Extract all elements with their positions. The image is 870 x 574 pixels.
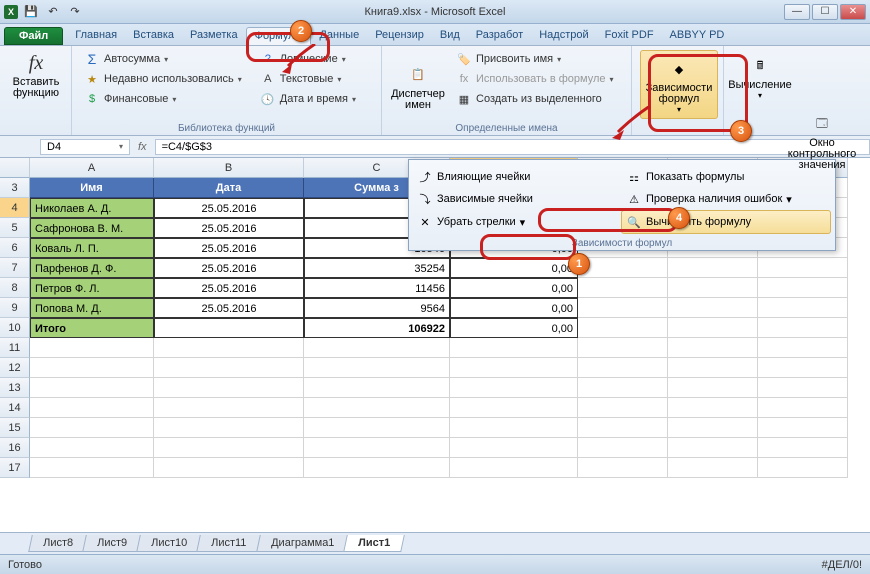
row-header[interactable]: 9: [0, 298, 30, 318]
row-header[interactable]: 16: [0, 438, 30, 458]
row-header[interactable]: 7: [0, 258, 30, 278]
create-from-sel-button[interactable]: ▦Создать из выделенного: [452, 90, 618, 108]
ribbon-tab[interactable]: Вид: [432, 27, 468, 45]
row-header[interactable]: 15: [0, 418, 30, 438]
ribbon-tab[interactable]: Foxit PDF: [597, 27, 662, 45]
evaluate-icon: 🔍: [626, 214, 642, 230]
col-header[interactable]: A: [30, 158, 154, 178]
text-button[interactable]: AТекстовые▾: [256, 70, 360, 88]
sheet-tab[interactable]: Диаграмма1: [256, 535, 349, 552]
precedents-icon: ⤴: [417, 169, 433, 185]
formula-auditing-icon: ◆: [665, 55, 693, 83]
formula-auditing-button[interactable]: ◆ Зависимости формул ▾: [640, 50, 718, 119]
row-header[interactable]: 10: [0, 318, 30, 338]
row-header[interactable]: 3: [0, 178, 30, 198]
qat-redo-icon[interactable]: ↷: [66, 3, 84, 21]
sheet-tab[interactable]: Лист9: [82, 535, 142, 552]
sheet-tab[interactable]: Лист10: [136, 535, 202, 552]
ribbon-tabs: Файл ГлавнаяВставкаРазметкаФормулыДанные…: [0, 24, 870, 46]
row-header[interactable]: 5: [0, 218, 30, 238]
status-bar: Готово #ДЕЛ/0!: [0, 554, 870, 574]
row-header[interactable]: 11: [0, 338, 30, 358]
formula-bar[interactable]: =C4/$G$3: [155, 139, 870, 155]
sheet-tabs: Лист8Лист9Лист10Лист11Диаграмма1Лист1: [0, 532, 870, 554]
row-header[interactable]: 12: [0, 358, 30, 378]
ribbon-tab[interactable]: Вставка: [125, 27, 182, 45]
define-name-button[interactable]: 🏷️Присвоить имя▾: [452, 50, 618, 68]
ribbon-tab[interactable]: Рецензир: [367, 27, 432, 45]
insert-function-button[interactable]: fx Вставить функцию: [8, 50, 64, 101]
dependents-icon: ⤵: [417, 191, 433, 207]
annotation-badge-1: 1: [568, 253, 590, 275]
error-checking[interactable]: ⚠Проверка наличия ошибок▾: [622, 188, 831, 210]
row-header[interactable]: 14: [0, 398, 30, 418]
title-bar: X 💾 ↶ ↷ Книга9.xlsx - Microsoft Excel — …: [0, 0, 870, 24]
error-check-icon: ⚠: [626, 191, 642, 207]
name-manager-icon: 📋: [404, 61, 432, 89]
qat-undo-icon[interactable]: ↶: [44, 3, 62, 21]
show-formulas-icon: ⚏: [626, 169, 642, 185]
row-header[interactable]: 6: [0, 238, 30, 258]
qat-save-icon[interactable]: 💾: [22, 3, 40, 21]
ribbon-tab[interactable]: Разметка: [182, 27, 246, 45]
ribbon-tab[interactable]: Данные: [311, 27, 367, 45]
close-button[interactable]: ✕: [840, 4, 866, 20]
name-manager-button[interactable]: 📋 Диспетчер имен: [390, 50, 446, 121]
trace-dependents[interactable]: ⤵Зависимые ячейки: [413, 188, 622, 210]
col-header[interactable]: B: [154, 158, 304, 178]
name-box[interactable]: D4▾: [40, 139, 130, 155]
formula-auditing-dropdown: ⤴Влияющие ячейки ⚏Показать формулы ⤵Зави…: [408, 159, 836, 251]
use-in-formula-button[interactable]: fxИспользовать в формуле▾: [452, 70, 618, 88]
evaluate-formula[interactable]: 🔍Вычислить формулу: [621, 210, 831, 234]
maximize-button[interactable]: ☐: [812, 4, 838, 20]
logical-button[interactable]: ?Логические▾: [256, 50, 360, 68]
recent-button[interactable]: ★Недавно использовались▾: [80, 70, 246, 88]
window-title: Книга9.xlsx - Microsoft Excel: [365, 6, 506, 18]
excel-icon: X: [4, 5, 18, 19]
watch-window-icon: 🗔: [808, 110, 836, 138]
sheet-tab[interactable]: Лист11: [196, 535, 261, 552]
sheet-tab[interactable]: Лист1: [343, 535, 405, 552]
ribbon-tab[interactable]: Надстрой: [531, 27, 596, 45]
ribbon-tab[interactable]: Разработ: [468, 27, 531, 45]
fx-icon: fx: [29, 52, 43, 75]
row-header[interactable]: 8: [0, 278, 30, 298]
financial-button[interactable]: $Финансовые▾: [80, 90, 246, 108]
annotation-badge-4: 4: [668, 207, 690, 229]
annotation-badge-2: 2: [290, 20, 312, 42]
watch-window-button[interactable]: 🗔 Окно контрольного значения: [782, 110, 862, 171]
annotation-badge-3: 3: [730, 120, 752, 142]
sheet-tab[interactable]: Лист8: [28, 535, 88, 552]
row-header[interactable]: 17: [0, 458, 30, 478]
row-header[interactable]: 4: [0, 198, 30, 218]
remove-arrows[interactable]: ✕Убрать стрелки▾: [413, 210, 621, 234]
file-tab[interactable]: Файл: [4, 27, 63, 45]
ribbon-tab[interactable]: ABBYY PD: [662, 27, 733, 45]
status-ready: Готово: [8, 559, 42, 571]
calculation-button[interactable]: 🖩 Вычисление ▾: [732, 50, 788, 102]
datetime-button[interactable]: 🕓Дата и время▾: [256, 90, 360, 108]
calculation-icon: 🖩: [746, 52, 774, 80]
trace-precedents[interactable]: ⤴Влияющие ячейки: [413, 166, 622, 188]
minimize-button[interactable]: —: [784, 4, 810, 20]
select-all-corner[interactable]: [0, 158, 30, 178]
ribbon-tab[interactable]: Главная: [67, 27, 125, 45]
fx-bar-icon[interactable]: fx: [138, 141, 147, 153]
remove-arrows-icon: ✕: [417, 214, 433, 230]
row-header[interactable]: 13: [0, 378, 30, 398]
status-error: #ДЕЛ/0!: [822, 559, 862, 571]
autosum-button[interactable]: ΣАвтосумма▾: [80, 50, 246, 68]
